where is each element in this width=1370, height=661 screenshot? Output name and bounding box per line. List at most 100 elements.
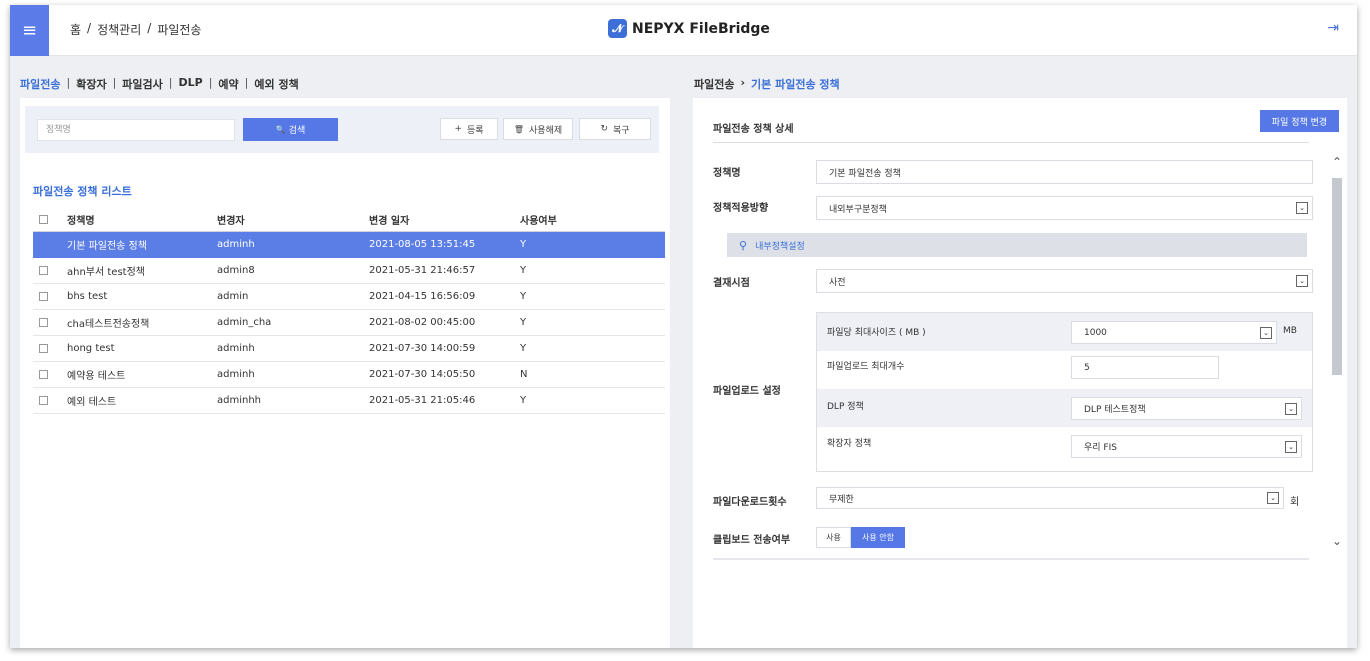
chevron-down-icon[interactable]: ⌄ (1285, 403, 1297, 415)
tab-separator: | (244, 76, 249, 89)
row-checkbox[interactable] (39, 318, 48, 327)
clipboard-label: 클립보드 전송여부 (713, 535, 791, 546)
cell-modifier: adminh (217, 369, 255, 380)
header-policy-name[interactable]: 정책명 (67, 212, 95, 227)
internal-policy-bar[interactable]: ⚲ 내부정책설정 (727, 233, 1307, 257)
tab-separator: | (208, 76, 213, 89)
row-checkbox[interactable] (39, 292, 48, 301)
hamburger-menu-icon[interactable]: ≡ (10, 5, 49, 56)
scroll-down-icon[interactable]: ⌄ (1332, 534, 1342, 548)
policy-detail-panel: 파일전송 정책 상세 파일 정책 변경 정책명 기본 파일전송 정책 정책적용방… (693, 98, 1347, 648)
table-row[interactable]: ahn부서 test정책 admin8 2021-05-31 21:46:57 … (33, 258, 665, 284)
tab-exception-policy[interactable]: 예외 정책 (254, 76, 298, 92)
extension-select[interactable]: 우리 FIS ⌄ (1071, 435, 1302, 458)
breadcrumb-separator: / (87, 21, 92, 35)
table-row[interactable]: 예외 테스트 adminhh 2021-05-31 21:05:46 Y (33, 388, 665, 414)
download-count-value: 무제한 (829, 494, 854, 505)
search-button[interactable]: 🔍 검색 (243, 118, 338, 141)
policy-list-panel: 정책명 🔍 검색 + 등록 🗑 사용해제 ↻ 복구 파일전송 정책 리스트 정책… (20, 98, 670, 648)
max-count-input[interactable]: 5 (1071, 356, 1219, 379)
table-row[interactable]: 예약용 테스트 adminh 2021-07-30 14:05:50 N (33, 362, 665, 388)
upload-settings-box: 파일당 최대사이즈 ( MB ) 1000 ⌄ MB 파일업로드 최대개수 5 … (816, 312, 1313, 472)
logout-icon[interactable]: ⇥ (1327, 20, 1339, 36)
cell-policy-name: cha테스트전송정책 (67, 319, 150, 330)
restore-button-label: 복구 (612, 125, 630, 136)
dlp-select[interactable]: DLP 테스트정책 ⌄ (1071, 397, 1302, 420)
table-row[interactable]: 기본 파일전송 정책 adminh 2021-08-05 13:51:45 Y (33, 232, 665, 258)
search-toolbar: 정책명 🔍 검색 + 등록 🗑 사용해제 ↻ 복구 (25, 106, 659, 153)
breadcrumb-file-transfer[interactable]: 파일전송 (157, 21, 201, 38)
policy-name-label: 정책명 (713, 168, 741, 179)
disable-button-label: 사용해제 (529, 125, 563, 136)
register-button[interactable]: + 등록 (440, 118, 498, 140)
tab-extension[interactable]: 확장자 (76, 76, 106, 92)
chevron-right-icon: › (740, 76, 746, 89)
search-input[interactable]: 정책명 (37, 119, 235, 141)
approval-select[interactable]: 사전 ⌄ (816, 269, 1313, 293)
cell-modifier: admin_cha (217, 317, 272, 328)
tab-file-transfer[interactable]: 파일전송 (20, 76, 60, 92)
scroll-up-icon[interactable]: ⌃ (1332, 155, 1342, 169)
restore-button[interactable]: ↻ 복구 (579, 118, 651, 140)
download-count-select[interactable]: 무제한 ⌄ (816, 487, 1284, 509)
cell-in-use: Y (520, 239, 527, 250)
breadcrumb-policy-management[interactable]: 정책관리 (97, 21, 141, 38)
max-count-row: 파일업로드 최대개수 5 (817, 351, 1312, 389)
detail-breadcrumb-parent[interactable]: 파일전송 (694, 76, 734, 92)
trash-icon: 🗑 (513, 124, 525, 134)
table-row[interactable]: hong test adminh 2021-07-30 14:00:59 Y (33, 336, 665, 362)
policy-name-field[interactable]: 기본 파일전송 정책 (816, 160, 1313, 184)
user-icon: ⚲ (739, 238, 748, 252)
scrollbar-thumb[interactable] (1332, 178, 1342, 375)
clipboard-off-button[interactable]: 사용 안함 (851, 527, 905, 548)
cell-modified-date: 2021-08-05 13:51:45 (369, 239, 476, 250)
tab-separator: | (66, 76, 71, 89)
cell-policy-name: hong test (67, 343, 115, 354)
header-modified-date[interactable]: 변경 일자 (369, 212, 409, 227)
chevron-down-icon[interactable]: ⌄ (1260, 327, 1272, 339)
top-bar: ≡ 홈 / 정책관리 / 파일전송 𝓝 NEPYX FileBridge ⇥ (10, 5, 1357, 56)
select-all-checkbox[interactable] (39, 214, 48, 224)
cell-modifier: admin (217, 291, 249, 302)
change-policy-button[interactable]: 파일 정책 변경 (1260, 110, 1339, 132)
row-checkbox[interactable] (39, 370, 48, 379)
chevron-down-icon[interactable]: ⌄ (1296, 202, 1308, 214)
row-checkbox[interactable] (39, 396, 48, 405)
list-title: 파일전송 정책 리스트 (33, 185, 132, 198)
cell-in-use: Y (520, 395, 527, 406)
header-in-use[interactable]: 사용여부 (520, 212, 557, 227)
row-checkbox[interactable] (39, 266, 48, 275)
disable-button[interactable]: 🗑 사용해제 (503, 118, 573, 140)
breadcrumb-separator: / (147, 21, 152, 35)
clipboard-on-button[interactable]: 사용 (816, 527, 851, 548)
header-modifier[interactable]: 변경자 (217, 212, 245, 227)
cell-in-use: N (520, 369, 528, 380)
direction-label: 정책적용방향 (713, 203, 769, 214)
cell-modified-date: 2021-05-31 21:05:46 (369, 395, 476, 406)
breadcrumb-home[interactable]: 홈 (70, 21, 81, 38)
row-checkbox[interactable] (39, 344, 48, 353)
register-button-label: 등록 (466, 125, 484, 136)
dlp-label: DLP 정책 (827, 402, 864, 412)
cell-modified-date: 2021-05-31 21:46:57 (369, 265, 476, 276)
table-row[interactable]: bhs test admin 2021-04-15 16:56:09 Y (33, 284, 665, 310)
direction-select[interactable]: 내외부구분정책 ⌄ (816, 196, 1313, 220)
chevron-down-icon[interactable]: ⌄ (1296, 275, 1308, 287)
max-size-label: 파일당 최대사이즈 ( MB ) (827, 328, 926, 338)
search-button-label: 검색 (288, 126, 306, 136)
table-row[interactable]: cha테스트전송정책 admin_cha 2021-08-02 00:45:00… (33, 310, 665, 336)
chevron-down-icon[interactable]: ⌄ (1285, 441, 1297, 453)
cell-in-use: Y (520, 317, 527, 328)
extension-row: 확장자 정책 우리 FIS ⌄ (817, 427, 1312, 465)
cell-policy-name: 예외 테스트 (67, 397, 117, 408)
tab-reservation[interactable]: 예약 (218, 76, 238, 92)
approval-value: 사전 (829, 277, 846, 288)
logo-text: NEPYX FileBridge (632, 20, 770, 37)
chevron-down-icon[interactable]: ⌄ (1267, 492, 1279, 504)
tab-file-inspection[interactable]: 파일검사 (122, 76, 162, 92)
tab-dlp[interactable]: DLP (179, 76, 203, 92)
cell-modifier: adminhh (217, 395, 262, 406)
max-size-unit: MB (1283, 326, 1297, 336)
cell-policy-name: ahn부서 test정책 (67, 267, 145, 278)
max-size-select[interactable]: 1000 ⌄ (1071, 321, 1277, 344)
